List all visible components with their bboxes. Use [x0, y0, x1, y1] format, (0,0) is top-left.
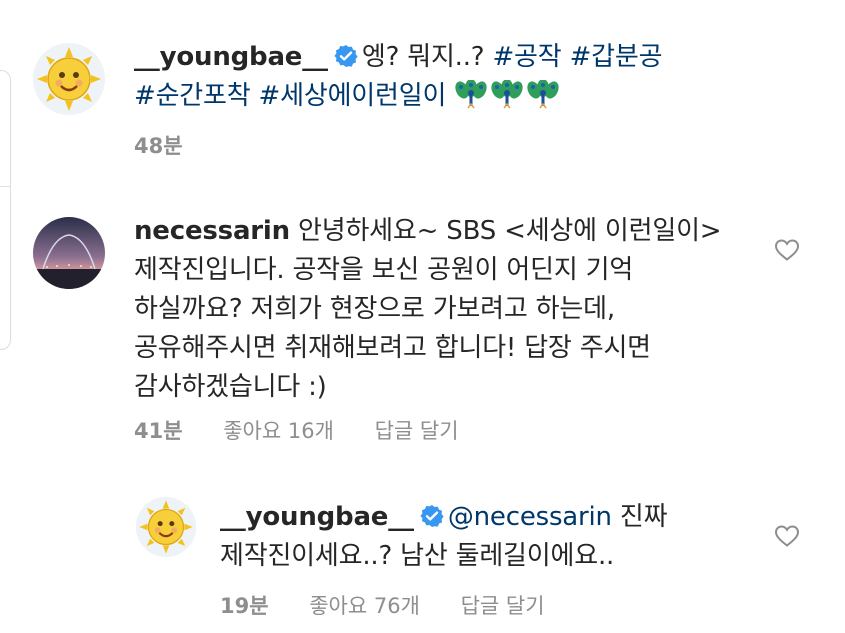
likes-count[interactable]: 좋아요 76개: [309, 590, 420, 620]
peacock-emoji-icon: [490, 80, 524, 110]
peacock-emoji-icon: [526, 80, 560, 110]
avatar[interactable]: [136, 497, 196, 557]
sun-avatar-image: [136, 497, 196, 557]
scroll-edge-handle: [0, 70, 11, 350]
reply-button[interactable]: 답글 달기: [461, 590, 545, 620]
avatar[interactable]: [33, 43, 105, 115]
timestamp[interactable]: 48분: [134, 130, 183, 160]
comment-body-line: 안녕하세요~ SBS <세상에 이런일이>: [298, 216, 722, 246]
timestamp[interactable]: 41분: [134, 415, 183, 445]
sun-avatar-image: [33, 43, 105, 115]
username[interactable]: __youngbae__: [134, 42, 328, 72]
comment-body-line: 하실까요? 저희가 현장으로 가보려고 하는데,: [134, 294, 615, 324]
comment-2-meta: 41분 좋아요 16개 답글 달기: [134, 415, 459, 445]
verified-badge-icon: [334, 44, 358, 68]
comment-body-line: 감사하겠습니다 :): [134, 372, 327, 402]
comment-2: necessarin 안녕하세요~ SBS <세상에 이런일이> 제작진입니다.…: [134, 212, 774, 407]
comment-1-meta: 48분: [134, 130, 183, 160]
timestamp[interactable]: 19분: [220, 590, 269, 620]
comment-body: 진짜: [611, 502, 668, 532]
comment-body-line: 제작진입니다. 공작을 보신 공원이 어딘지 기억: [134, 255, 634, 285]
comment-2-text: necessarin 안녕하세요~ SBS <세상에 이런일이> 제작진입니다.…: [134, 212, 774, 407]
username[interactable]: necessarin: [134, 216, 290, 246]
night-sky-avatar-image: [33, 217, 105, 289]
hashtag-link[interactable]: #갑분공: [570, 42, 663, 72]
hashtag-link[interactable]: #공작: [492, 42, 561, 72]
comment-3-reply: __youngbae__ @necessarin 진짜 제작진이세요..? 남산 …: [220, 498, 770, 576]
peacock-emoji-icon: [454, 80, 488, 110]
like-heart-icon[interactable]: [774, 524, 800, 548]
comment-1: __youngbae__ 엥? 뭐지..? #공작 #갑분공 #순간포착 #세상에…: [134, 38, 784, 116]
comment-body: 엥? 뭐지..?: [361, 42, 493, 72]
verified-badge-icon: [420, 504, 444, 528]
avatar[interactable]: [33, 217, 105, 289]
comment-3-meta: 19분 좋아요 76개 답글 달기: [220, 590, 545, 620]
comment-3-text: __youngbae__ @necessarin 진짜 제작진이세요..? 남산 …: [220, 498, 770, 576]
comment-body-line: 공유해주시면 취재해보려고 합니다! 답장 주시면: [134, 333, 651, 363]
mention-link[interactable]: @necessarin: [448, 502, 612, 532]
username[interactable]: __youngbae__: [220, 502, 414, 532]
edge-divider: [0, 186, 11, 187]
likes-count[interactable]: 좋아요 16개: [223, 415, 334, 445]
like-heart-icon[interactable]: [774, 238, 800, 262]
reply-button[interactable]: 답글 달기: [375, 415, 459, 445]
comment-body-line: 제작진이세요..? 남산 둘레길이에요..: [220, 541, 615, 571]
hashtag-link[interactable]: #세상에이런일이: [259, 81, 447, 111]
hashtag-link[interactable]: #순간포착: [134, 81, 251, 111]
comment-1-text: __youngbae__ 엥? 뭐지..? #공작 #갑분공 #순간포착 #세상에…: [134, 38, 784, 116]
